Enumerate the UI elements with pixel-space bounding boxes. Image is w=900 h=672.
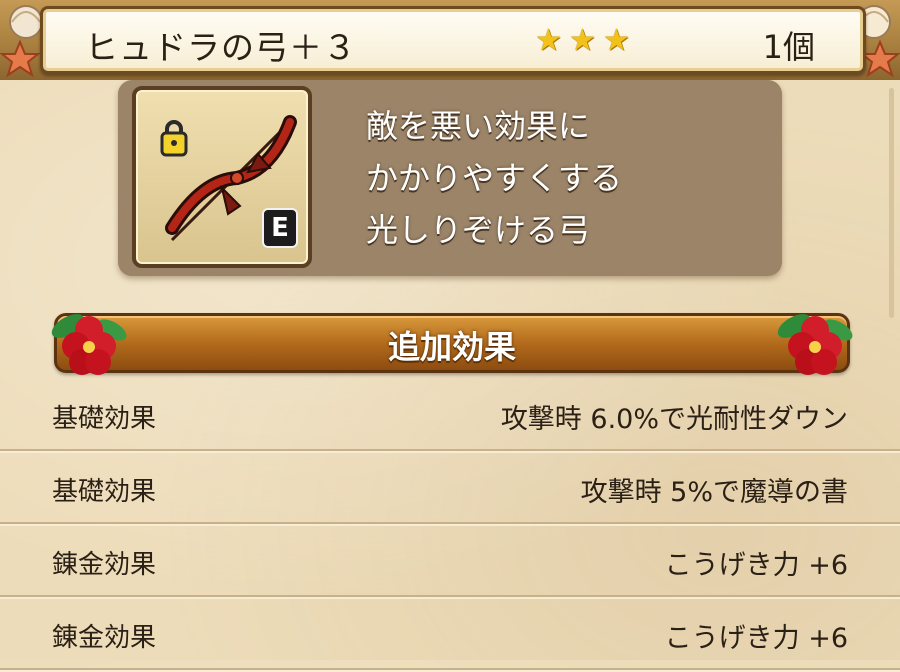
description-line: 光しりぞける弓 bbox=[366, 211, 591, 249]
item-description: 敵を悪い効果に かかりやすくする 光しりぞける弓 bbox=[366, 100, 766, 256]
equipped-badge: E bbox=[262, 208, 298, 248]
item-title-bar: ヒュドラの弓＋３ ★ ★ ★ 1個 bbox=[40, 6, 866, 74]
effect-value: こうげき力 +6 bbox=[664, 623, 848, 654]
rarity-stars: ★ ★ ★ bbox=[535, 23, 632, 58]
section-title: 追加効果 bbox=[387, 328, 516, 366]
description-line: かかりやすくする bbox=[366, 159, 623, 197]
hibiscus-icon bbox=[51, 314, 127, 375]
effect-row: 錬金効果 こうげき力 +6 bbox=[0, 597, 900, 672]
effect-row: 錬金効果 こうげき力 +6 bbox=[0, 524, 900, 599]
effect-row: 基礎効果 攻撃時 6.0%で光耐性ダウン bbox=[0, 378, 900, 453]
effect-label: 基礎効果 bbox=[52, 404, 157, 434]
item-icon-frame[interactable]: E bbox=[132, 86, 312, 268]
star-icon: ★ bbox=[535, 23, 562, 58]
effect-value: 攻撃時 6.0%で光耐性ダウン bbox=[500, 404, 848, 435]
section-banner: 追加効果 bbox=[54, 313, 850, 373]
effect-label: 基礎効果 bbox=[52, 477, 157, 507]
scrollbar[interactable] bbox=[889, 88, 894, 318]
item-detail-card: E 敵を悪い効果に かかりやすくする 光しりぞける弓 bbox=[118, 80, 782, 276]
item-name: ヒュドラの弓＋３ bbox=[85, 28, 357, 67]
star-icon: ★ bbox=[569, 23, 596, 58]
effect-row: 基礎効果 攻撃時 5%で魔導の書 bbox=[0, 451, 900, 526]
effect-label: 錬金効果 bbox=[52, 550, 157, 580]
effect-value: こうげき力 +6 bbox=[664, 550, 848, 581]
hibiscus-icon bbox=[777, 314, 853, 375]
description-line: 敵を悪い効果に bbox=[366, 107, 591, 145]
star-icon: ★ bbox=[603, 23, 630, 58]
effects-list: 基礎効果 攻撃時 6.0%で光耐性ダウン 基礎効果 攻撃時 5%で魔導の書 錬金… bbox=[0, 378, 900, 672]
item-count: 1個 bbox=[762, 28, 815, 66]
effect-label: 錬金効果 bbox=[52, 623, 157, 653]
effect-value: 攻撃時 5%で魔導の書 bbox=[580, 477, 848, 508]
